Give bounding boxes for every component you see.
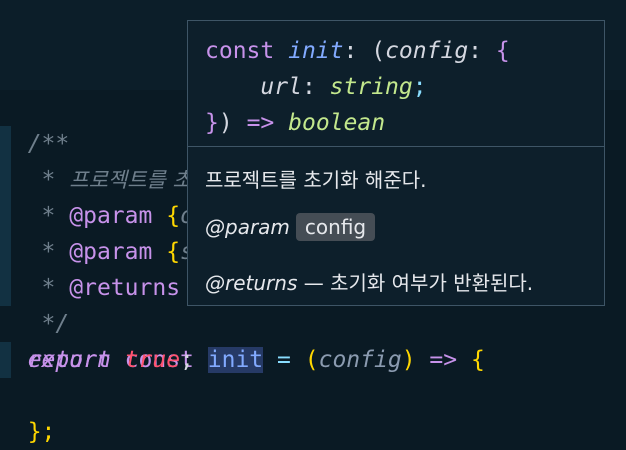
sig-prop-type: string	[329, 74, 413, 100]
sig-arrow: =>	[246, 110, 275, 136]
sig-prop: url	[260, 74, 302, 100]
function-name-init[interactable]: init	[207, 347, 264, 373]
code-line-return[interactable]: return true;	[0, 342, 194, 378]
code-line-returns[interactable]: * @returns {	[0, 234, 208, 301]
sig-obj-close: }	[205, 110, 219, 136]
sig-const: const	[205, 38, 275, 64]
hover-description: 프로젝트를 초기화 해준다.	[205, 168, 427, 192]
code-line-close[interactable]: };	[0, 378, 56, 445]
body-close: };	[27, 419, 56, 445]
hover-param-row: @param config	[205, 213, 376, 241]
sig-return-type: boolean	[288, 110, 386, 136]
sig-paren-close: )	[218, 110, 233, 136]
sig-name: init	[288, 38, 344, 64]
sig-param: config	[385, 38, 469, 64]
code-line-comment-open[interactable]: /**	[0, 90, 70, 157]
hover-param-tag: @param	[205, 215, 290, 239]
hover-returns-tag: @returns	[205, 271, 298, 295]
hover-signature: const init: (config: { url: string; }) =…	[188, 21, 604, 147]
sig-paren: (	[371, 38, 386, 64]
hover-tooltip: const init: (config: { url: string; }) =…	[187, 20, 605, 306]
sig-semicolon: ;	[412, 74, 427, 100]
code-line-param2[interactable]: * @param {st	[0, 198, 208, 265]
signature-line-3: }) => boolean	[205, 105, 385, 141]
code-line-comment-close[interactable]: */	[0, 270, 70, 337]
returns-tag: @returns	[69, 275, 181, 301]
paren-close: )	[401, 347, 416, 373]
return-keyword: return	[27, 347, 111, 373]
hover-param-name: config	[295, 213, 376, 241]
hover-returns-text: 초기화 여부가 반환된다.	[330, 271, 534, 295]
code-line-param1[interactable]: * @param {ob	[0, 162, 208, 229]
hover-returns-dash: —	[303, 271, 324, 295]
code-line-comment-desc[interactable]: * 프로젝트를 초	[0, 126, 192, 193]
arrow-operator: =>	[429, 347, 458, 373]
sig-param-colon: :	[468, 38, 483, 64]
sig-obj-open: {	[495, 38, 510, 64]
sig-colon: :	[343, 38, 358, 64]
param-config: config	[318, 347, 402, 373]
signature-line-2: url: string;	[205, 69, 427, 105]
hover-returns-row: @returns — 초기화 여부가 반환된다.	[205, 267, 533, 296]
code-line-export[interactable]: export const init = (config) => {	[0, 306, 485, 373]
equals-operator: =	[277, 347, 291, 373]
body-brace-open: {	[470, 347, 485, 373]
semicolon: ;	[180, 347, 194, 373]
signature-line-1: const init: (config: {	[205, 33, 510, 69]
true-literal: true	[124, 347, 181, 373]
sig-prop-colon: :	[301, 74, 316, 100]
paren-open: (	[304, 347, 319, 373]
